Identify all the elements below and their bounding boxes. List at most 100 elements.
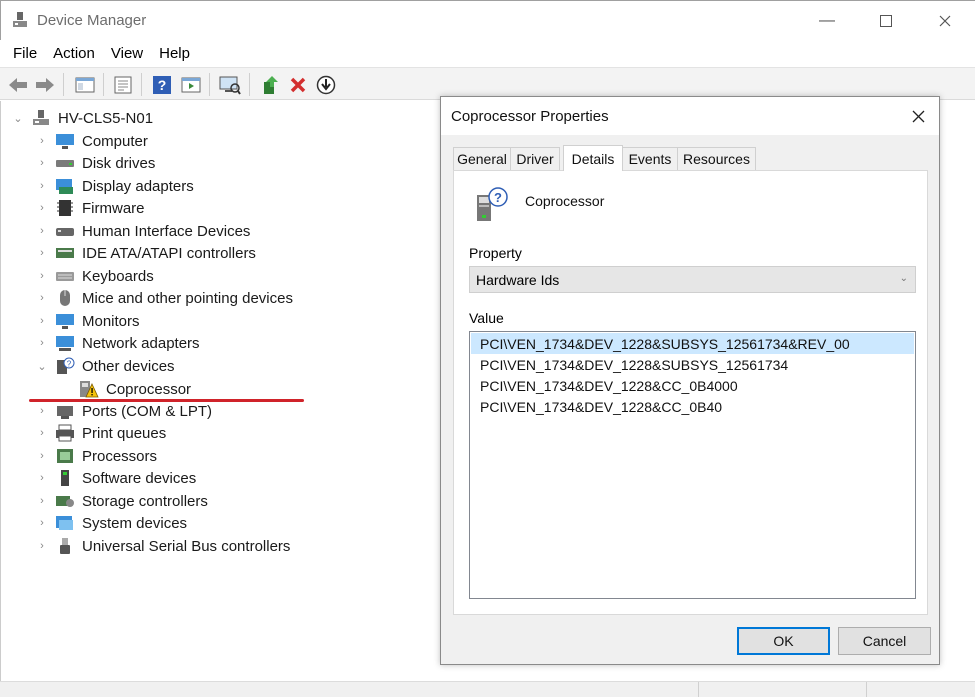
menu-action[interactable]: Action	[45, 45, 103, 62]
list-item[interactable]: PCI\VEN_1734&DEV_1228&SUBSYS_12561734&RE…	[471, 333, 914, 354]
tree-item-storage-controllers[interactable]: › Storage controllers	[35, 490, 208, 512]
tree-item-mice-and-other-pointing-devices[interactable]: › Mice and other pointing devices	[35, 287, 293, 309]
display-adapter-icon	[56, 179, 73, 194]
tree-item-label: Universal Serial Bus controllers	[82, 537, 291, 555]
menu-help[interactable]: Help	[151, 45, 198, 62]
tree-item-other-devices[interactable]: ⌄? Other devices	[35, 355, 175, 377]
title-bar: Device Manager —	[0, 0, 975, 40]
tree-child-coprocessor[interactable]: Coprocessor	[79, 378, 191, 400]
ok-button[interactable]: OK	[737, 627, 830, 655]
show-hide-tree-button[interactable]	[73, 73, 96, 96]
status-divider	[866, 682, 867, 697]
property-label: Property	[469, 245, 522, 261]
tree-item-processors[interactable]: › Processors	[35, 445, 157, 467]
chevron-right-icon[interactable]: ›	[35, 270, 49, 282]
property-dropdown[interactable]: Hardware Ids ⌄	[469, 266, 916, 293]
tree-item-ide-ata-atapi-controllers[interactable]: › IDE ATA/ATAPI controllers	[35, 242, 256, 264]
tree-item-monitors[interactable]: › Monitors	[35, 310, 139, 332]
chevron-right-icon[interactable]: ›	[35, 180, 49, 192]
close-icon	[912, 110, 924, 122]
tree-item-label: Software devices	[82, 469, 197, 487]
ide-icon	[56, 248, 74, 258]
tree-item-computer[interactable]: › Computer	[35, 130, 148, 152]
tree-item-label: IDE ATA/ATAPI controllers	[82, 244, 256, 262]
list-item[interactable]: PCI\VEN_1734&DEV_1228&CC_0B4000	[471, 375, 914, 396]
chevron-right-icon[interactable]: ›	[35, 315, 49, 327]
chevron-right-icon[interactable]: ›	[35, 337, 49, 349]
uninstall-button[interactable]	[286, 73, 309, 96]
forward-icon	[35, 77, 54, 92]
tree-item-label: Human Interface Devices	[82, 222, 251, 240]
update-driver-button[interactable]	[258, 73, 281, 96]
network-icon	[56, 336, 74, 351]
storage-controller-icon	[56, 496, 74, 507]
minimize-button[interactable]: —	[798, 1, 856, 41]
chevron-right-icon[interactable]: ›	[35, 135, 49, 147]
tree-item-firmware[interactable]: › Firmware	[35, 197, 144, 219]
chevron-right-icon[interactable]: ›	[35, 540, 49, 552]
list-item[interactable]: PCI\VEN_1734&DEV_1228&SUBSYS_12561734	[471, 354, 914, 375]
tree-item-print-queues[interactable]: › Print queues	[35, 422, 166, 444]
tab-events[interactable]: Events	[622, 147, 678, 170]
tree-root[interactable]: ⌄ HV-CLS5-N01	[11, 107, 153, 129]
action-view-button[interactable]	[179, 73, 202, 96]
maximize-button[interactable]	[857, 1, 915, 41]
properties-button[interactable]	[111, 73, 134, 96]
chevron-right-icon[interactable]: ›	[35, 517, 49, 529]
forward-button[interactable]	[33, 73, 56, 96]
tree-item-display-adapters[interactable]: › Display adapters	[35, 175, 194, 197]
toolbar-separator	[103, 73, 104, 96]
close-icon	[939, 15, 951, 27]
tree-item-software-devices[interactable]: › Software devices	[35, 467, 196, 489]
back-button[interactable]	[6, 73, 29, 96]
chevron-right-icon[interactable]: ›	[35, 157, 49, 169]
menu-file[interactable]: File	[5, 45, 45, 62]
chevron-right-icon[interactable]: ›	[35, 427, 49, 439]
tree-item-disk-drives[interactable]: › Disk drives	[35, 152, 155, 174]
cancel-button[interactable]: Cancel	[838, 627, 931, 655]
monitor-icon	[56, 314, 74, 329]
minimize-icon: —	[819, 12, 835, 29]
value-list[interactable]: PCI\VEN_1734&DEV_1228&SUBSYS_12561734&RE…	[469, 331, 916, 599]
tree-item-universal-serial-bus-controllers[interactable]: › Universal Serial Bus controllers	[35, 535, 290, 557]
chevron-right-icon[interactable]: ›	[35, 495, 49, 507]
tree-item-label: Network adapters	[82, 334, 200, 352]
tree-item-label: Print queues	[82, 424, 167, 442]
tree-item-system-devices[interactable]: › System devices	[35, 512, 187, 534]
chevron-down-icon[interactable]: ⌄	[11, 112, 25, 125]
details-panel: ? Coprocessor Property Hardware Ids ⌄ Va…	[453, 170, 928, 615]
tree-item-human-interface-devices[interactable]: › Human Interface Devices	[35, 220, 250, 242]
toolbar-separator	[63, 73, 64, 96]
back-icon	[8, 77, 27, 92]
help-button[interactable]: ?	[150, 73, 173, 96]
dialog-close-button[interactable]	[901, 103, 935, 129]
list-item[interactable]: PCI\VEN_1734&DEV_1228&CC_0B40	[471, 396, 914, 417]
chevron-right-icon[interactable]: ›	[35, 405, 49, 417]
computer-icon	[56, 134, 74, 149]
window-title: Device Manager	[37, 12, 147, 29]
tab-details[interactable]: Details	[563, 145, 623, 171]
chevron-right-icon[interactable]: ›	[35, 225, 49, 237]
chevron-right-icon[interactable]: ›	[35, 202, 49, 214]
disable-button[interactable]	[314, 73, 337, 96]
menu-view[interactable]: View	[103, 45, 151, 62]
maximize-icon	[880, 15, 892, 27]
hid-icon	[56, 228, 74, 236]
chevron-down-icon[interactable]: ⌄	[35, 360, 49, 373]
scan-hardware-icon	[219, 76, 241, 95]
tree-item-keyboards[interactable]: › Keyboards	[35, 265, 154, 287]
chevron-right-icon[interactable]: ›	[35, 472, 49, 484]
tree-item-ports-com-lpt[interactable]: › Ports (COM & LPT)	[35, 400, 212, 422]
close-button[interactable]	[916, 1, 974, 41]
scan-hardware-button[interactable]	[218, 73, 241, 96]
tab-driver[interactable]: Driver	[510, 147, 560, 170]
tab-resources[interactable]: Resources	[677, 147, 756, 170]
chevron-right-icon[interactable]: ›	[35, 450, 49, 462]
tree-item-network-adapters[interactable]: › Network adapters	[35, 332, 200, 354]
dialog-title-bar: Coprocessor Properties	[441, 97, 939, 135]
tab-general[interactable]: General	[453, 147, 511, 170]
device-manager-icon	[13, 12, 27, 27]
chevron-right-icon[interactable]: ›	[35, 247, 49, 259]
status-bar	[0, 681, 975, 697]
chevron-right-icon[interactable]: ›	[35, 292, 49, 304]
